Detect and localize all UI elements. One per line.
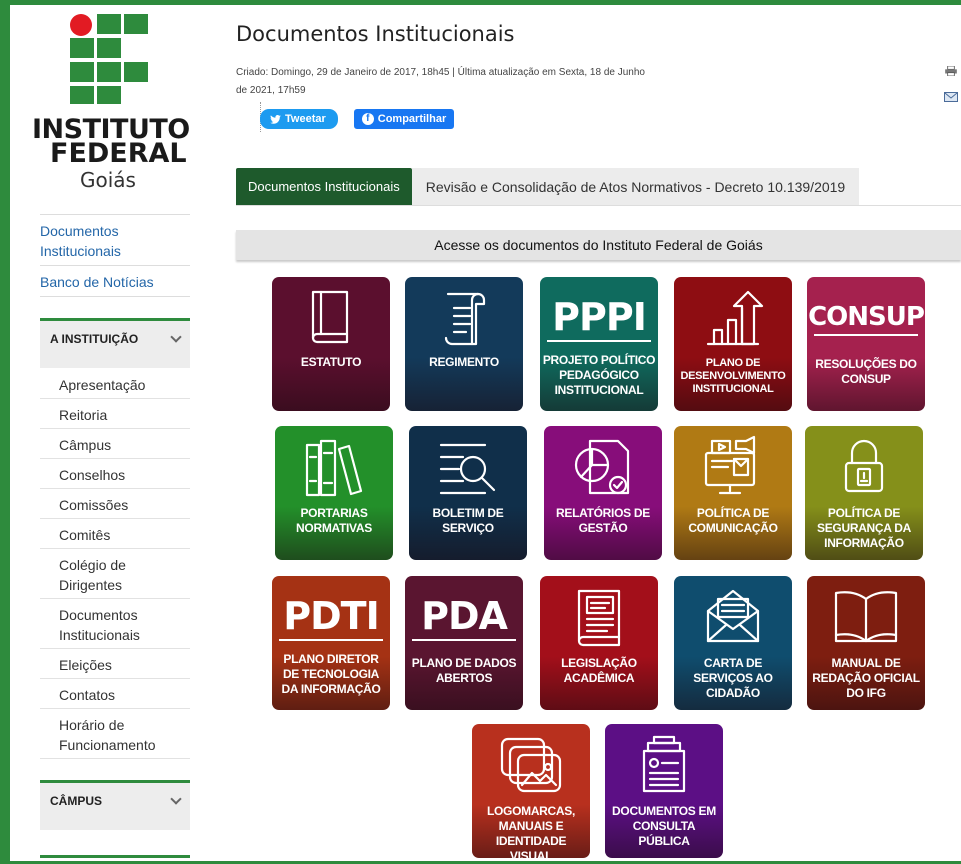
tab-documentos[interactable]: Documentos Institucionais [236, 168, 412, 205]
share-buttons: Tweetar f Compartilhar [260, 109, 455, 129]
tile-label: DOCUMENTOS EM CONSULTA PÚBLICA [612, 804, 716, 848]
chevron-down-icon [170, 793, 182, 805]
images-icon [472, 730, 590, 800]
menu-item-colegio[interactable]: Colégio de Dirigentes [40, 549, 190, 599]
consup-text: CONSUP [807, 291, 925, 347]
tile-book[interactable]: ESTATUTO [272, 277, 390, 411]
accordion-a-instituicao[interactable]: A INSTITUIÇÃO [40, 318, 190, 368]
share-facebook-button[interactable]: f Compartilhar [353, 109, 455, 129]
tab-revisao[interactable]: Revisão e Consolidação de Atos Normativo… [411, 168, 860, 205]
tile-binders[interactable]: PORTARIAS NORMATIVAS [275, 426, 393, 560]
page-title: Documentos Institucionais [236, 22, 515, 46]
tile-pda[interactable]: PDA PLANO DE DADOS ABERTOS [405, 576, 523, 710]
menu-item-documentos[interactable]: Documentos Institucionais [40, 599, 190, 649]
tile-pdti[interactable]: PDTI PLANO DIRETOR DE TECNOLOGIA DA INFOR… [272, 576, 390, 710]
tile-media[interactable]: POLÍTICA DE COMUNICAÇÃO [674, 426, 792, 560]
page-tools [941, 65, 961, 118]
tile-pie-report[interactable]: RELATÓRIOS DE GESTÃO [544, 426, 662, 560]
menu-item-comites[interactable]: Comitês [40, 519, 190, 549]
accordion-campus[interactable]: CÂMPUS [40, 780, 190, 830]
email-icon[interactable] [944, 92, 958, 102]
tile-pppi[interactable]: PPPI PROJETO POLÍTICO PEDAGÓGICO INSTITUC… [540, 277, 658, 411]
page-meta: Criado: Domingo, 29 de Janeiro de 2017, … [236, 67, 645, 96]
pppi-text: PPPI [540, 291, 658, 347]
share-label: Compartilhar [377, 113, 447, 125]
tile-label: REGIMENTO [429, 355, 499, 369]
tile-images[interactable]: LOGOMARCAS, MANUAIS E IDENTIDADE VISUAL [472, 724, 590, 858]
tab-bar: Documentos Institucionais Revisão e Cons… [236, 168, 961, 206]
tweet-button[interactable]: Tweetar [260, 109, 338, 129]
tile-law-book[interactable]: LEGISLAÇÃO ACADÊMICA [540, 576, 658, 710]
print-icon[interactable] [944, 65, 958, 77]
envelope-icon [674, 582, 792, 652]
facebook-icon: f [361, 113, 374, 125]
menu-item-comissoes[interactable]: Comissões [40, 489, 190, 519]
magnifier-doc-icon [409, 432, 527, 502]
logo-red-dot [70, 14, 92, 36]
menu-item-horario[interactable]: Horário de Funcionamento [40, 709, 190, 759]
tile-scroll[interactable]: REGIMENTO [405, 277, 523, 411]
twitter-icon [270, 114, 281, 124]
tile-label: RESOLUÇÕES DO CONSUP [815, 357, 917, 386]
tile-label: BOLETIM DE SERVIÇO [432, 506, 504, 535]
tile-consup[interactable]: CONSUP RESOLUÇÕES DO CONSUP [807, 277, 925, 411]
doc-stack-icon [605, 730, 723, 800]
binders-icon [275, 432, 393, 502]
tile-label: PLANO DIRETOR DE TECNOLOGIA DA INFORMAÇÃ… [281, 652, 381, 696]
tile-doc-stack[interactable]: DOCUMENTOS EM CONSULTA PÚBLICA [605, 724, 723, 858]
chevron-down-icon [170, 331, 182, 343]
sidebar-link-noticias[interactable]: Banco de Notícias [40, 265, 190, 297]
tile-label: RELATÓRIOS DE GESTÃO [556, 506, 650, 535]
tile-label: LEGISLAÇÃO ACADÊMICA [561, 656, 637, 685]
growth-chart-icon [674, 283, 792, 353]
main-content: Documentos Institucionais Criado: Doming… [236, 14, 961, 260]
tile-padlock[interactable]: POLÍTICA DE SEGURANÇA DA INFORMAÇÃO [805, 426, 923, 560]
sidebar-links: Documentos Institucionais Banco de Notíc… [40, 214, 190, 297]
book-icon [272, 283, 390, 353]
tile-label: MANUAL DE REDAÇÃO OFICIAL DO IFG [812, 656, 920, 700]
tile-label: PORTARIAS NORMATIVAS [296, 506, 372, 535]
instituicao-menu: Apresentação Reitoria Câmpus Conselhos C… [40, 369, 190, 759]
logo-line2: FEDERAL [50, 138, 187, 169]
law-book-icon [540, 582, 658, 652]
logo-mark [70, 14, 178, 104]
tile-label: CARTA DE SERVIÇOS AO CIDADÃO [693, 656, 773, 700]
tile-label: PLANO DE DESENVOLVIMENTO INSTITUCIONAL [680, 357, 786, 395]
accordion-title: CÂMPUS [50, 794, 103, 808]
open-book-icon [807, 582, 925, 652]
pdti-text: PDTI [272, 590, 390, 646]
accordion-title: A INSTITUIÇÃO [50, 332, 139, 346]
tile-label: PROJETO POLÍTICO PEDAGÓGICO INSTITUCIONA… [542, 353, 656, 397]
scroll-icon [405, 283, 523, 353]
tile-label: ESTATUTO [300, 355, 362, 369]
tile-label: PLANO DE DADOS ABERTOS [411, 656, 517, 685]
menu-item-apresentacao[interactable]: Apresentação [40, 369, 190, 399]
padlock-icon [805, 432, 923, 502]
tile-magnifier-doc[interactable]: BOLETIM DE SERVIÇO [409, 426, 527, 560]
logo-line3: Goiás [80, 168, 136, 192]
menu-item-campus[interactable]: Câmpus [40, 429, 190, 459]
tile-label: POLÍTICA DE SEGURANÇA DA INFORMAÇÃO [817, 506, 911, 550]
menu-item-reitoria[interactable]: Reitoria [40, 399, 190, 429]
ifg-logo[interactable]: INSTITUTO FEDERAL Goiás [32, 14, 190, 214]
menu-item-eleicoes[interactable]: Eleições [40, 649, 190, 679]
tile-label: POLÍTICA DE COMUNICAÇÃO [688, 506, 778, 535]
accordion-next-border [40, 855, 190, 858]
tweet-label: Tweetar [285, 113, 326, 125]
tile-growth-chart[interactable]: PLANO DE DESENVOLVIMENTO INSTITUCIONAL [674, 277, 792, 411]
pda-text: PDA [405, 590, 523, 646]
tile-envelope[interactable]: CARTA DE SERVIÇOS AO CIDADÃO [674, 576, 792, 710]
sidebar: INSTITUTO FEDERAL Goiás [32, 14, 190, 214]
menu-item-contatos[interactable]: Contatos [40, 679, 190, 709]
pie-report-icon [544, 432, 662, 502]
media-icon [674, 432, 792, 502]
tile-label: LOGOMARCAS, MANUAIS E IDENTIDADE VISUAL [486, 804, 576, 858]
sidebar-link-documentos[interactable]: Documentos Institucionais [40, 214, 190, 265]
section-heading: Acesse os documentos do Instituto Federa… [236, 230, 961, 260]
tile-open-book[interactable]: MANUAL DE REDAÇÃO OFICIAL DO IFG [807, 576, 925, 710]
menu-item-conselhos[interactable]: Conselhos [40, 459, 190, 489]
